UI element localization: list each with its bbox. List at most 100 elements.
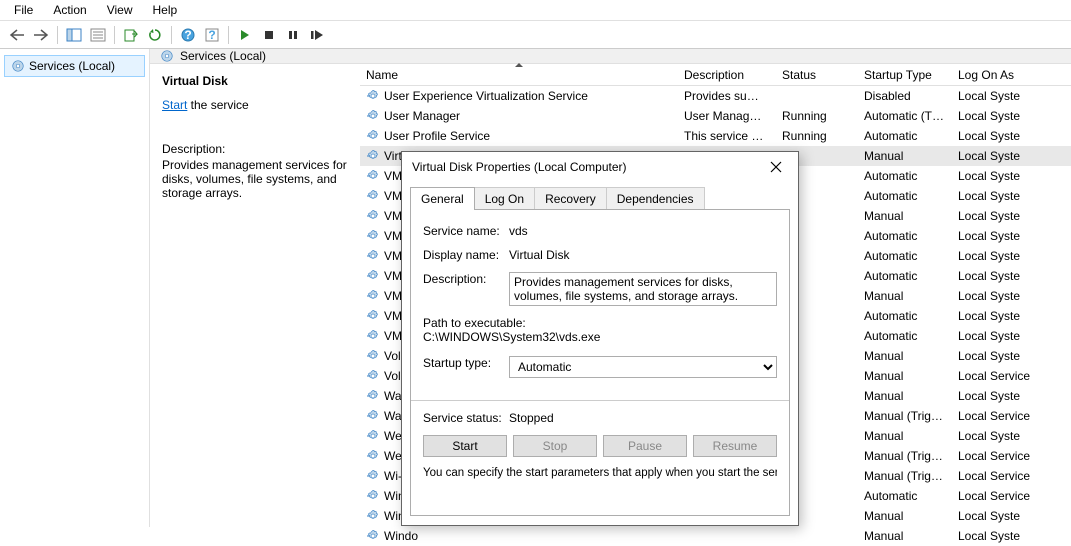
gear-icon bbox=[366, 409, 380, 423]
column-description[interactable]: Description bbox=[678, 65, 776, 85]
table-row[interactable]: User Experience Virtualization ServicePr… bbox=[360, 86, 1071, 106]
stop-service-button[interactable] bbox=[258, 24, 280, 46]
gear-icon bbox=[366, 269, 380, 283]
back-button[interactable] bbox=[6, 24, 28, 46]
show-hide-tree-button[interactable] bbox=[63, 24, 85, 46]
gear-icon bbox=[366, 149, 380, 163]
dialog-tabs: General Log On Recovery Dependencies bbox=[402, 182, 798, 209]
tree-pane: Services (Local) bbox=[0, 49, 150, 527]
cell-startup-type: Automatic bbox=[858, 309, 952, 323]
forward-button[interactable] bbox=[30, 24, 52, 46]
tree-item-label: Services (Local) bbox=[29, 59, 115, 73]
refresh-button[interactable] bbox=[144, 24, 166, 46]
start-service-button[interactable] bbox=[234, 24, 256, 46]
stop-button: Stop bbox=[513, 435, 597, 457]
gear-icon bbox=[366, 469, 380, 483]
description-field[interactable] bbox=[509, 272, 777, 306]
cell-log-on-as: Local Syste bbox=[952, 389, 1052, 403]
cell-log-on-as: Local Service bbox=[952, 369, 1052, 383]
cell-log-on-as: Local Syste bbox=[952, 289, 1052, 303]
column-status[interactable]: Status bbox=[776, 65, 858, 85]
pause-service-button[interactable] bbox=[282, 24, 304, 46]
cell-log-on-as: Local Syste bbox=[952, 249, 1052, 263]
table-row[interactable]: User Profile ServiceThis service …Runnin… bbox=[360, 126, 1071, 146]
cell-startup-type: Automatic bbox=[858, 329, 952, 343]
gear-icon bbox=[366, 429, 380, 443]
start-button[interactable]: Start bbox=[423, 435, 507, 457]
gear-icon bbox=[366, 289, 380, 303]
tree-item-services-local[interactable]: Services (Local) bbox=[4, 55, 145, 77]
cell-log-on-as: Local Service bbox=[952, 449, 1052, 463]
gear-icon bbox=[366, 309, 380, 323]
export-button[interactable] bbox=[120, 24, 142, 46]
column-startup-type[interactable]: Startup Type bbox=[858, 65, 952, 85]
cell-log-on-as: Local Syste bbox=[952, 89, 1052, 103]
tab-dependencies[interactable]: Dependencies bbox=[606, 187, 705, 210]
cell-log-on-as: Local Syste bbox=[952, 309, 1052, 323]
cell-startup-type: Automatic bbox=[858, 249, 952, 263]
cell-description: Provides su… bbox=[678, 89, 776, 103]
cell-startup-type: Manual bbox=[858, 429, 952, 443]
tab-panel-general: Service name: vds Display name: Virtual … bbox=[410, 209, 790, 516]
cell-log-on-as: Local Syste bbox=[952, 169, 1052, 183]
service-status-value: Stopped bbox=[509, 411, 777, 425]
menu-help[interactable]: Help bbox=[145, 1, 186, 19]
description-text: Provides management services for disks, … bbox=[162, 158, 348, 200]
toolbar: ? ? bbox=[0, 21, 1071, 49]
start-suffix: the service bbox=[187, 98, 248, 112]
menu-action[interactable]: Action bbox=[45, 1, 94, 19]
pause-button: Pause bbox=[603, 435, 687, 457]
help-button[interactable]: ? bbox=[177, 24, 199, 46]
gear-icon bbox=[366, 389, 380, 403]
close-button[interactable] bbox=[753, 152, 798, 182]
cell-name: Windo bbox=[360, 529, 678, 543]
tab-general[interactable]: General bbox=[410, 187, 475, 210]
detail-pane: Virtual Disk Start the service Descripti… bbox=[150, 64, 360, 546]
cell-startup-type: Automatic bbox=[858, 229, 952, 243]
gear-icon bbox=[366, 249, 380, 263]
menu-view[interactable]: View bbox=[99, 1, 141, 19]
gear-icon bbox=[366, 369, 380, 383]
path-label: Path to executable: bbox=[423, 316, 777, 330]
table-row[interactable]: WindoManualLocal Syste bbox=[360, 526, 1071, 546]
dialog-titlebar[interactable]: Virtual Disk Properties (Local Computer) bbox=[402, 152, 798, 182]
cell-startup-type: Automatic bbox=[858, 489, 952, 503]
cell-startup-type: Manual bbox=[858, 369, 952, 383]
path-value: C:\WINDOWS\System32\vds.exe bbox=[423, 330, 777, 344]
cell-startup-type: Manual bbox=[858, 149, 952, 163]
properties-button[interactable] bbox=[87, 24, 109, 46]
gear-icon bbox=[366, 209, 380, 223]
gear-icon bbox=[366, 329, 380, 343]
table-row[interactable]: User ManagerUser Manag…RunningAutomatic … bbox=[360, 106, 1071, 126]
column-log-on-as[interactable]: Log On As bbox=[952, 65, 1052, 85]
cell-log-on-as: Local Syste bbox=[952, 149, 1052, 163]
help2-button[interactable]: ? bbox=[201, 24, 223, 46]
svg-text:?: ? bbox=[208, 28, 215, 42]
start-service-link[interactable]: Start bbox=[162, 98, 187, 112]
restart-service-button[interactable] bbox=[306, 24, 328, 46]
cell-startup-type: Automatic bbox=[858, 189, 952, 203]
tab-log-on[interactable]: Log On bbox=[474, 187, 535, 210]
gear-icon bbox=[366, 509, 380, 523]
service-name-label: Service name: bbox=[423, 224, 509, 238]
tab-recovery[interactable]: Recovery bbox=[534, 187, 607, 210]
cell-startup-type: Manual (Trig… bbox=[858, 409, 952, 423]
cell-name: User Profile Service bbox=[360, 129, 678, 143]
cell-description: This service … bbox=[678, 129, 776, 143]
dialog-title: Virtual Disk Properties (Local Computer) bbox=[412, 160, 753, 174]
cell-log-on-as: Local Syste bbox=[952, 109, 1052, 123]
column-name[interactable]: Name bbox=[360, 65, 678, 85]
cell-log-on-as: Local Syste bbox=[952, 349, 1052, 363]
gear-icon bbox=[366, 489, 380, 503]
gear-icon bbox=[366, 449, 380, 463]
startup-type-select[interactable]: Automatic bbox=[509, 356, 777, 378]
menu-file[interactable]: File bbox=[6, 1, 41, 19]
cell-description: User Manag… bbox=[678, 109, 776, 123]
svg-text:?: ? bbox=[184, 28, 191, 42]
gear-icon bbox=[366, 349, 380, 363]
start-parameters-note: You can specify the start parameters tha… bbox=[423, 467, 777, 479]
cell-startup-type: Automatic bbox=[858, 269, 952, 283]
gear-icon bbox=[366, 109, 380, 123]
display-name-label: Display name: bbox=[423, 248, 509, 262]
gear-icon bbox=[11, 59, 25, 73]
